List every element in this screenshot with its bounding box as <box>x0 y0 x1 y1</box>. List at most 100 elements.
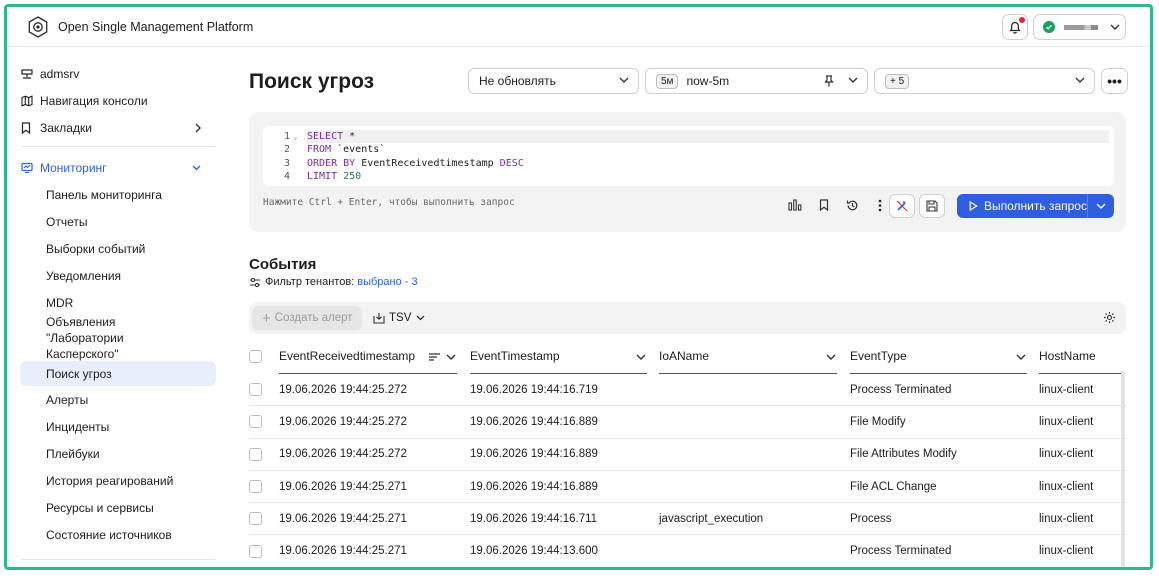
chevron-down-icon[interactable] <box>636 354 646 360</box>
events-toolbar: + Создать алерт TSV <box>249 302 1126 334</box>
column-header[interactable]: EventReceivedtimestamp <box>279 338 415 374</box>
sidebar-item-response-history[interactable]: История реагирований <box>20 469 216 493</box>
sidebar-item-alerts[interactable]: Алерты <box>20 388 216 412</box>
save-query-button[interactable] <box>919 194 945 218</box>
sidebar-item-label: Инциденты <box>46 420 110 434</box>
sidebar-item-admsrv[interactable]: admsrv <box>21 62 79 86</box>
cell-timestamp: 19.06.2026 19:44:16.889 <box>470 415 598 428</box>
page-title: Поиск угроз <box>249 70 375 93</box>
run-query-dropdown[interactable] <box>1088 203 1114 209</box>
refresh-select-value: Не обновлять <box>479 74 556 88</box>
floppy-disk-icon <box>926 200 938 212</box>
cell-host: linux-client <box>1039 512 1094 525</box>
table-row[interactable]: 19.06.2026 19:44:25.271 19.06.2026 19:44… <box>249 471 1126 504</box>
refresh-select[interactable]: Не обновлять <box>468 68 639 94</box>
sidebar-item-label: Закладки <box>40 121 92 135</box>
kebab-menu-icon[interactable] <box>871 196 889 214</box>
fold-gutter <box>290 157 300 170</box>
column-header[interactable]: EventTimestamp <box>470 338 560 374</box>
table-row[interactable]: 19.06.2026 19:44:25.272 19.06.2026 19:44… <box>249 406 1126 439</box>
sidebar-item-console-navigation[interactable]: Навигация консоли <box>21 89 148 113</box>
code-line: 2 FROM `events` <box>263 143 1114 156</box>
ai-assistant-button[interactable] <box>889 194 915 218</box>
sidebar-item-mdr[interactable]: MDR <box>20 291 216 315</box>
line-number: 1 <box>283 131 290 142</box>
export-tsv-button[interactable]: TSV <box>373 306 425 330</box>
row-checkbox[interactable] <box>249 406 262 437</box>
table-row[interactable]: 19.06.2026 19:44:25.272 19.06.2026 19:44… <box>249 439 1126 471</box>
table-row[interactable]: 19.06.2026 19:44:25.271 19.06.2026 19:44… <box>249 503 1126 536</box>
sidebar-item-label: Состояние источников <box>46 528 172 542</box>
bookmark-icon[interactable] <box>815 196 833 214</box>
sidebar-item-resources-services[interactable]: Ресурсы и сервисы <box>20 496 216 520</box>
create-alert-label: Создать алерт <box>274 312 353 324</box>
user-name-redacted <box>1064 24 1098 30</box>
sidebar-item-threat-hunting[interactable]: Поиск угроз <box>20 361 216 386</box>
history-icon[interactable] <box>843 196 861 214</box>
pin-icon[interactable] <box>824 75 834 87</box>
tenants-select[interactable]: + 5 <box>874 68 1095 94</box>
table-row[interactable]: 19.06.2026 19:44:25.271 19.06.2026 19:44… <box>249 535 1126 567</box>
row-checkbox[interactable] <box>249 439 262 470</box>
row-checkbox[interactable] <box>249 374 262 405</box>
row-checkbox[interactable] <box>249 503 262 534</box>
more-options-button[interactable]: ••• <box>1101 68 1128 94</box>
chevron-down-icon[interactable] <box>446 354 456 360</box>
run-query-button[interactable]: Выполнить запрос <box>957 194 1114 218</box>
app-title: Open Single Management Platform <box>58 19 254 34</box>
cell-host: linux-client <box>1039 415 1094 428</box>
column-header[interactable]: IoAName <box>659 338 709 374</box>
row-checkbox[interactable] <box>249 471 262 502</box>
plus-icon: + <box>262 309 271 327</box>
line-number: 2 <box>283 144 290 156</box>
sidebar-section-monitoring[interactable]: Мониторинг <box>21 156 201 180</box>
sidebar-item-dashboard[interactable]: Панель мониторинга <box>20 183 216 207</box>
code-text: LIMIT 250 <box>300 170 361 183</box>
sidebar-item-label: Объявления "Лаборатории Касперского" <box>46 315 124 361</box>
create-alert-button[interactable]: + Создать алерт <box>252 306 362 330</box>
select-all-checkbox[interactable] <box>249 338 265 374</box>
user-menu[interactable] <box>1033 14 1126 40</box>
code-text: * <box>343 131 356 142</box>
query-editor[interactable]: 1 ⌄ SELECT * 2 FROM `events` 3 ORDER BY … <box>263 126 1114 186</box>
column-header-label: IoAName <box>659 349 710 363</box>
sidebar-item-kaspersky-announcements[interactable]: Объявления "Лаборатории Касперского" <box>20 315 216 361</box>
table-scrollbar[interactable] <box>1121 371 1125 567</box>
time-range-select[interactable]: 5м now-5m <box>645 68 868 94</box>
sidebar-item-playbooks[interactable]: Плейбуки <box>20 442 216 466</box>
sidebar-item-incidents[interactable]: Инциденты <box>20 415 216 439</box>
cell-received: 19.06.2026 19:44:25.272 <box>279 415 407 428</box>
chevron-down-icon[interactable] <box>826 354 836 360</box>
sort-icon[interactable] <box>429 353 440 361</box>
main-content: Поиск угроз Не обновлять 5м now-5m + 5 •… <box>224 48 1150 567</box>
chart-icon[interactable] <box>786 196 804 214</box>
column-header[interactable]: EventType <box>850 338 907 374</box>
gear-icon[interactable] <box>1103 311 1116 324</box>
sidebar-item-bookmarks[interactable]: Закладки <box>21 116 201 140</box>
column-header[interactable]: HostName <box>1039 338 1096 374</box>
sidebar-item-source-status[interactable]: Состояние источников <box>20 523 216 547</box>
table-row[interactable]: 19.06.2026 19:44:25.272 19.06.2026 19:44… <box>249 374 1126 407</box>
notifications-button[interactable] <box>1002 14 1028 40</box>
fold-chevron-icon[interactable]: ⌄ <box>290 130 300 143</box>
column-header-label: EventReceivedtimestamp <box>279 349 416 363</box>
run-query-main[interactable]: Выполнить запрос <box>957 194 1088 218</box>
code-line: 4 LIMIT 250 <box>263 170 1114 183</box>
cell-host: linux-client <box>1039 480 1094 493</box>
cell-received: 19.06.2026 19:44:25.271 <box>279 545 407 558</box>
sidebar-item-reports[interactable]: Отчеты <box>20 210 216 234</box>
sidebar-item-event-selections[interactable]: Выборки событий <box>20 237 216 261</box>
sidebar-item-label: Плейбуки <box>46 447 100 461</box>
sidebar-item-notifications[interactable]: Уведомления <box>20 264 216 288</box>
row-checkbox[interactable] <box>249 535 262 566</box>
code-keyword: LIMIT <box>307 170 338 182</box>
chevron-down-icon <box>1096 203 1106 209</box>
code-number: 250 <box>343 170 362 182</box>
cell-received: 19.06.2026 19:44:25.271 <box>279 512 407 525</box>
chevron-down-icon[interactable] <box>1016 354 1026 360</box>
column-header-label: EventTimestamp <box>470 349 560 363</box>
tenant-filter-link[interactable]: выбрано - 3 <box>357 276 417 288</box>
cell-event-type: Process <box>850 512 892 525</box>
tenant-filter: Фильтр тенантов: выбрано - 3 <box>249 276 418 288</box>
export-label: TSV <box>389 312 412 324</box>
